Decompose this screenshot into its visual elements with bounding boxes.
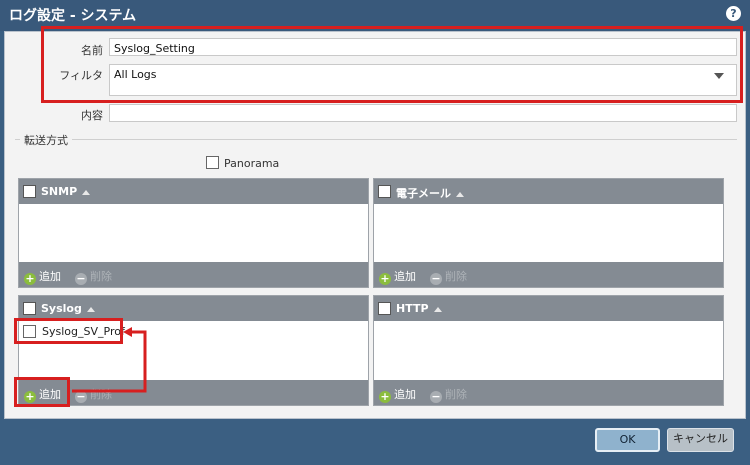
snmp-panel-header: SNMP (19, 179, 368, 204)
snmp-delete-button[interactable]: − 削除 (75, 268, 112, 285)
http-panel: HTTP + 追加 − 削除 (373, 295, 724, 406)
snmp-add-button[interactable]: + 追加 (24, 268, 61, 285)
section-divider (15, 139, 737, 140)
email-column-header[interactable]: 電子メール (396, 185, 464, 201)
email-select-all-checkbox[interactable] (378, 185, 391, 198)
sort-up-icon (456, 191, 464, 197)
sort-up-icon (82, 189, 91, 195)
minus-icon: − (430, 272, 442, 285)
snmp-panel-footer: + 追加 − 削除 (19, 262, 368, 287)
snmp-panel: SNMP + 追加 − 削除 (18, 178, 369, 288)
forwarding-section-title: 転送方式 (20, 132, 72, 148)
description-label: 内容 (81, 109, 103, 122)
description-field[interactable] (109, 104, 737, 122)
email-add-button[interactable]: + 追加 (379, 268, 416, 285)
minus-icon: − (75, 272, 87, 285)
sort-up-icon (86, 306, 95, 312)
http-column-header[interactable]: HTTP (396, 302, 442, 315)
panorama-checkbox[interactable] (206, 156, 219, 169)
minus-icon: − (430, 390, 442, 403)
help-icon[interactable]: ? (726, 6, 741, 21)
ok-button[interactable]: OK (595, 428, 660, 452)
email-panel-footer: + 追加 − 削除 (374, 262, 723, 287)
annotation-highlight-name-filter (41, 26, 743, 103)
snmp-select-all-checkbox[interactable] (23, 185, 36, 198)
syslog-select-all-checkbox[interactable] (23, 302, 36, 315)
http-panel-footer: + 追加 − 削除 (374, 380, 723, 405)
panorama-label: Panorama (224, 157, 280, 170)
plus-icon: + (379, 272, 391, 285)
syslog-column-header[interactable]: Syslog (41, 302, 95, 315)
dialog-footer: OK キャンセル (0, 420, 750, 465)
plus-icon: + (379, 390, 391, 403)
snmp-column-header[interactable]: SNMP (41, 185, 91, 198)
annotation-arrow (72, 327, 147, 393)
dialog-title: ログ設定 - システム (9, 8, 137, 24)
http-add-button[interactable]: + 追加 (379, 386, 416, 403)
sort-up-icon (433, 306, 442, 312)
http-delete-button[interactable]: − 削除 (430, 386, 467, 403)
email-panel: 電子メール + 追加 − 削除 (373, 178, 724, 288)
http-panel-header: HTTP (374, 296, 723, 321)
http-select-all-checkbox[interactable] (378, 302, 391, 315)
cancel-button[interactable]: キャンセル (667, 428, 734, 452)
email-panel-header: 電子メール (374, 179, 723, 204)
email-delete-button[interactable]: − 削除 (430, 268, 467, 285)
plus-icon: + (24, 272, 36, 285)
